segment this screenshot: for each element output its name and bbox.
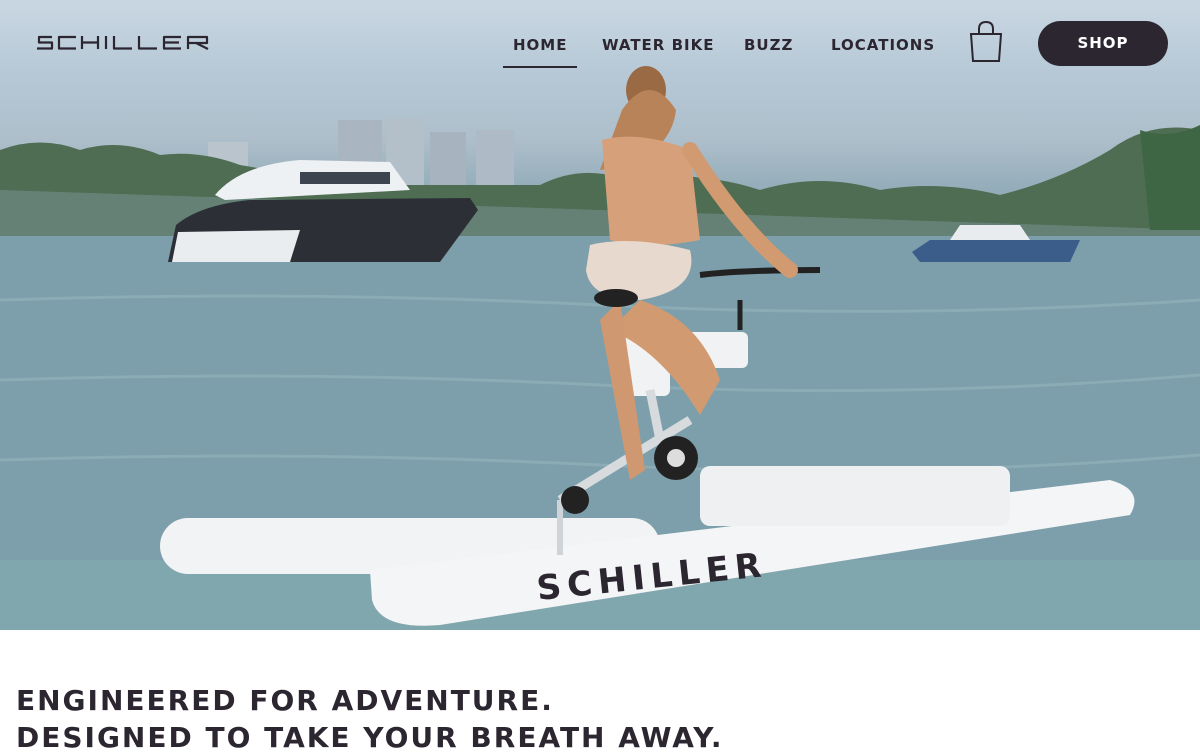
- hero-headline: ENGINEERED FOR ADVENTURE. DESIGNED TO TA…: [16, 682, 1176, 756]
- nav-item-home[interactable]: HOME: [513, 36, 567, 54]
- hero-image: SCHILLER: [0, 66, 1200, 630]
- headline-line-2: DESIGNED TO TAKE YOUR BREATH AWAY.: [16, 721, 724, 754]
- headline-line-1: ENGINEERED FOR ADVENTURE.: [16, 684, 554, 717]
- hero-banner: SCHILLER HOME WATER BIKE BUZZ LOCATIONS …: [0, 0, 1200, 630]
- shopping-bag-icon[interactable]: [967, 20, 1005, 64]
- nav-item-buzz[interactable]: BUZZ: [744, 36, 793, 54]
- site-header: HOME WATER BIKE BUZZ LOCATIONS SHOP: [0, 0, 1200, 90]
- active-nav-indicator: [503, 66, 577, 68]
- nav-item-water-bike[interactable]: WATER BIKE: [602, 36, 714, 54]
- schiller-logo[interactable]: [36, 34, 230, 52]
- nav-item-locations[interactable]: LOCATIONS: [831, 36, 935, 54]
- shop-button[interactable]: SHOP: [1038, 21, 1168, 66]
